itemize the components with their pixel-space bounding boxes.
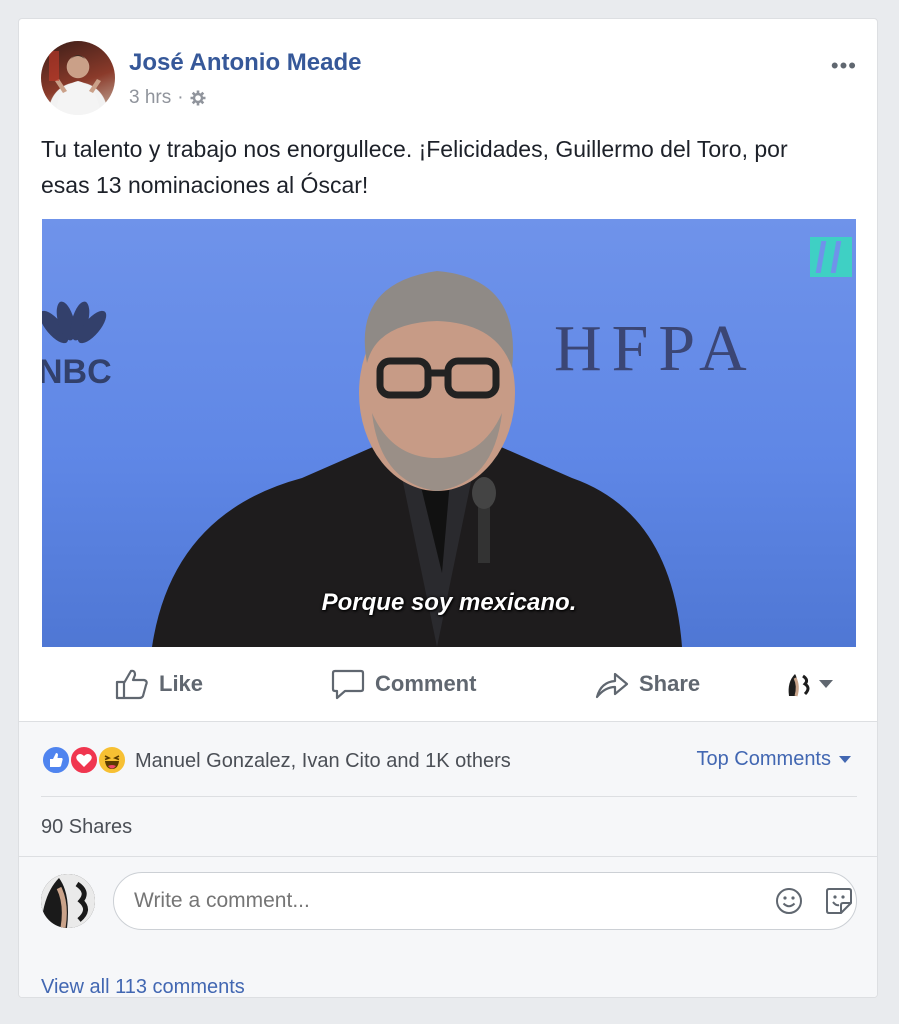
post-time[interactable]: 3 hrs <box>129 87 171 109</box>
love-icon <box>69 745 99 775</box>
share-arrow-icon <box>595 672 629 699</box>
share-button[interactable]: Share <box>595 668 700 700</box>
top-comments-label: Top Comments <box>696 748 832 770</box>
chevron-down-icon <box>819 680 833 688</box>
author-avatar[interactable] <box>41 41 115 115</box>
post-media[interactable]: NBC HFPA Porque soy mexicano. <box>42 219 856 647</box>
share-label: Share <box>639 671 701 696</box>
reactors-text[interactable]: Manuel Gonzalez, Ivan Cito and 1K others <box>135 750 511 773</box>
comment-icon <box>331 669 365 700</box>
video-subtitle: Porque soy mexicano. <box>321 589 577 616</box>
react-as-selector[interactable] <box>785 670 833 698</box>
watermark-badge-icon <box>810 237 852 277</box>
post-header: José Antonio Meade 3 hrs · ••• <box>41 41 857 117</box>
page-avatar-icon <box>788 674 810 697</box>
comment-label: Comment <box>375 671 477 696</box>
shares-count[interactable]: 90 Shares <box>41 816 132 839</box>
reaction-icons[interactable] <box>41 745 133 777</box>
haha-icon <box>97 745 127 775</box>
like-button[interactable]: Like <box>115 668 203 700</box>
post-actions: Like Comment Share <box>41 647 857 721</box>
like-label: Like <box>159 671 204 696</box>
meta-separator: · <box>177 87 184 108</box>
caret-down-icon <box>839 756 851 763</box>
sticker-icon[interactable] <box>823 885 855 917</box>
divider <box>41 796 857 797</box>
post-meta: 3 hrs · <box>129 87 206 109</box>
more-options-icon[interactable]: ••• <box>831 53 857 79</box>
comment-button[interactable]: Comment <box>331 668 476 700</box>
thumbs-up-icon <box>115 669 148 700</box>
post-footer: Manuel Gonzalez, Ivan Cito and 1K others… <box>19 721 877 997</box>
commenter-avatar <box>41 874 95 928</box>
nbc-logo-text: NBC <box>42 353 112 391</box>
author-name[interactable]: José Antonio Meade <box>129 49 361 77</box>
gear-icon <box>190 90 206 106</box>
comment-composer <box>41 872 857 934</box>
speaker-figure <box>152 271 682 647</box>
view-all-comments-link[interactable]: View all 113 comments <box>41 976 245 997</box>
top-comments-dropdown[interactable]: Top Comments <box>696 748 851 771</box>
nbc-peacock-logo: NBC <box>42 301 112 391</box>
emoji-icon[interactable] <box>773 885 805 917</box>
comment-input[interactable] <box>113 872 857 930</box>
reactions-summary: Manuel Gonzalez, Ivan Cito and 1K others… <box>41 744 857 778</box>
post-text: Tu talento y trabajo nos enorgullece. ¡F… <box>41 136 788 198</box>
post-card: José Antonio Meade 3 hrs · ••• Tu talent… <box>18 18 878 998</box>
divider <box>19 856 877 857</box>
like-icon <box>41 745 71 775</box>
